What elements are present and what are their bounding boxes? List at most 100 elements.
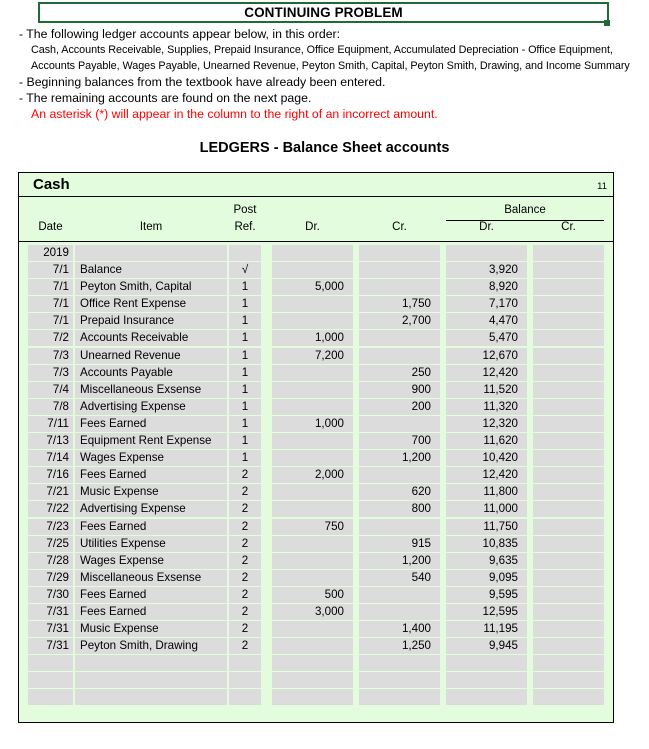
cell-date[interactable]: 7/22	[28, 501, 73, 518]
cell-bal_dr[interactable]	[446, 689, 527, 706]
cell-dr[interactable]	[272, 313, 353, 330]
cell-dr[interactable]	[272, 245, 353, 261]
cell-date[interactable]: 7/16	[28, 467, 73, 484]
table-row[interactable]: 7/1 Office Rent Expense 1 1,750 7,170	[19, 296, 613, 313]
cell-ref[interactable]	[229, 672, 261, 689]
cell-ref[interactable]: 2	[229, 467, 261, 484]
cell-dr[interactable]	[272, 398, 353, 415]
cell-bal_dr[interactable]: 12,595	[446, 603, 527, 620]
cell-dr[interactable]	[272, 569, 353, 586]
table-row[interactable]: 7/1 Peyton Smith, Capital 1 5,000 8,920	[19, 279, 613, 296]
cell-dr[interactable]	[272, 552, 353, 569]
cell-item[interactable]: Prepaid Insurance	[75, 313, 227, 330]
cell-bal_cr[interactable]	[533, 535, 604, 552]
cell-ref[interactable]: 2	[229, 484, 261, 501]
cell-date[interactable]: 7/29	[28, 569, 73, 586]
table-row[interactable]: 7/21 Music Expense 2 620 11,800	[19, 484, 613, 501]
cell-bal_cr[interactable]	[533, 569, 604, 586]
cell-cr[interactable]: 620	[359, 484, 440, 501]
cell-ref[interactable]: 1	[229, 347, 261, 364]
cell-bal_cr[interactable]	[533, 638, 604, 655]
cell-bal_dr[interactable]: 11,620	[446, 433, 527, 450]
table-row[interactable]: 7/16 Fees Earned 2 2,000 12,420	[19, 467, 613, 484]
cell-date[interactable]: 7/3	[28, 364, 73, 381]
cell-item[interactable]: Fees Earned	[75, 415, 227, 432]
cell-bal_cr[interactable]	[533, 313, 604, 330]
cell-ref[interactable]: √	[229, 262, 261, 279]
cell-date[interactable]	[28, 672, 73, 689]
table-row[interactable]: 7/28 Wages Expense 2 1,200 9,635	[19, 552, 613, 570]
cell-bal_dr[interactable]: 11,195	[446, 621, 527, 638]
table-row[interactable]: 7/11 Fees Earned 1 1,000 12,320	[19, 415, 613, 433]
cell-date[interactable]: 7/3	[28, 347, 73, 364]
cell-cr[interactable]	[359, 603, 440, 620]
cell-item[interactable]: Miscellaneous Exsense	[75, 381, 227, 398]
cell-cr[interactable]	[359, 245, 440, 261]
cell-ref[interactable]: 2	[229, 552, 261, 569]
cell-cr[interactable]: 200	[359, 398, 440, 415]
cell-item[interactable]: Fees Earned	[75, 586, 227, 603]
cell-item[interactable]: Miscellaneous Exsense	[75, 569, 227, 586]
cell-date[interactable]: 7/25	[28, 535, 73, 552]
cell-cr[interactable]: 2,700	[359, 313, 440, 330]
cell-dr[interactable]	[272, 638, 353, 655]
cell-bal_cr[interactable]	[533, 433, 604, 450]
cell-item[interactable]: Peyton Smith, Drawing	[75, 638, 227, 655]
cell-date[interactable]: 7/31	[28, 621, 73, 638]
cell-date[interactable]: 7/2	[28, 330, 73, 347]
cell-bal_cr[interactable]	[533, 347, 604, 364]
cell-ref[interactable]: 1	[229, 313, 261, 330]
cell-cr[interactable]: 700	[359, 433, 440, 450]
cell-item[interactable]: Music Expense	[75, 484, 227, 501]
cell-date[interactable]: 7/1	[28, 262, 73, 279]
cell-bal_cr[interactable]	[533, 501, 604, 518]
cell-bal_cr[interactable]	[533, 621, 604, 638]
cell-date[interactable]	[28, 655, 73, 672]
cell-item[interactable]: Wages Expense	[75, 450, 227, 467]
cell-cr[interactable]	[359, 518, 440, 535]
cell-cr[interactable]: 915	[359, 535, 440, 552]
cell-item[interactable]: Advertising Expense	[75, 398, 227, 415]
cell-cr[interactable]	[359, 586, 440, 603]
cell-bal_cr[interactable]	[533, 586, 604, 603]
cell-ref[interactable]: 1	[229, 330, 261, 347]
cell-bal_dr[interactable]	[446, 672, 527, 689]
cell-bal_cr[interactable]	[533, 245, 604, 261]
table-row[interactable]: 7/23 Fees Earned 2 750 11,750	[19, 518, 613, 536]
cell-bal_dr[interactable]: 3,920	[446, 262, 527, 279]
cell-ref[interactable]: 2	[229, 535, 261, 552]
cell-ref[interactable]: 1	[229, 415, 261, 432]
cell-item[interactable]	[75, 689, 227, 706]
cell-dr[interactable]	[272, 535, 353, 552]
cell-item[interactable]: Peyton Smith, Capital	[75, 279, 227, 296]
cell-date[interactable]: 7/13	[28, 433, 73, 450]
cell-bal_dr[interactable]: 9,635	[446, 552, 527, 569]
cell-cr[interactable]: 1,400	[359, 621, 440, 638]
cell-bal_dr[interactable]: 8,920	[446, 279, 527, 296]
cell-date[interactable]: 7/11	[28, 415, 73, 432]
cell-ref[interactable]	[229, 689, 261, 706]
cell-date[interactable]: 7/31	[28, 638, 73, 655]
cell-date[interactable]: 7/14	[28, 450, 73, 467]
cell-cr[interactable]	[359, 672, 440, 689]
cell-date[interactable]: 7/1	[28, 279, 73, 296]
cell-dr[interactable]	[272, 689, 353, 706]
cell-item[interactable]: Wages Expense	[75, 552, 227, 569]
cell-bal_dr[interactable]: 9,095	[446, 569, 527, 586]
cell-ref[interactable]: 1	[229, 381, 261, 398]
table-row[interactable]: 7/31 Peyton Smith, Drawing 2 1,250 9,945	[19, 638, 613, 655]
cell-dr[interactable]	[272, 296, 353, 313]
cell-bal_dr[interactable]	[446, 245, 527, 261]
table-row[interactable]	[19, 689, 613, 706]
cell-bal_cr[interactable]	[533, 655, 604, 672]
cell-item[interactable]: Fees Earned	[75, 518, 227, 535]
cell-dr[interactable]: 500	[272, 586, 353, 603]
cell-dr[interactable]	[272, 621, 353, 638]
cell-item[interactable]	[75, 672, 227, 689]
table-row[interactable]: 7/31 Music Expense 2 1,400 11,195	[19, 621, 613, 638]
cell-ref[interactable]: 2	[229, 501, 261, 518]
cell-cr[interactable]	[359, 347, 440, 364]
cell-cr[interactable]	[359, 415, 440, 432]
cell-bal_dr[interactable]: 9,595	[446, 586, 527, 603]
cell-cr[interactable]: 800	[359, 501, 440, 518]
